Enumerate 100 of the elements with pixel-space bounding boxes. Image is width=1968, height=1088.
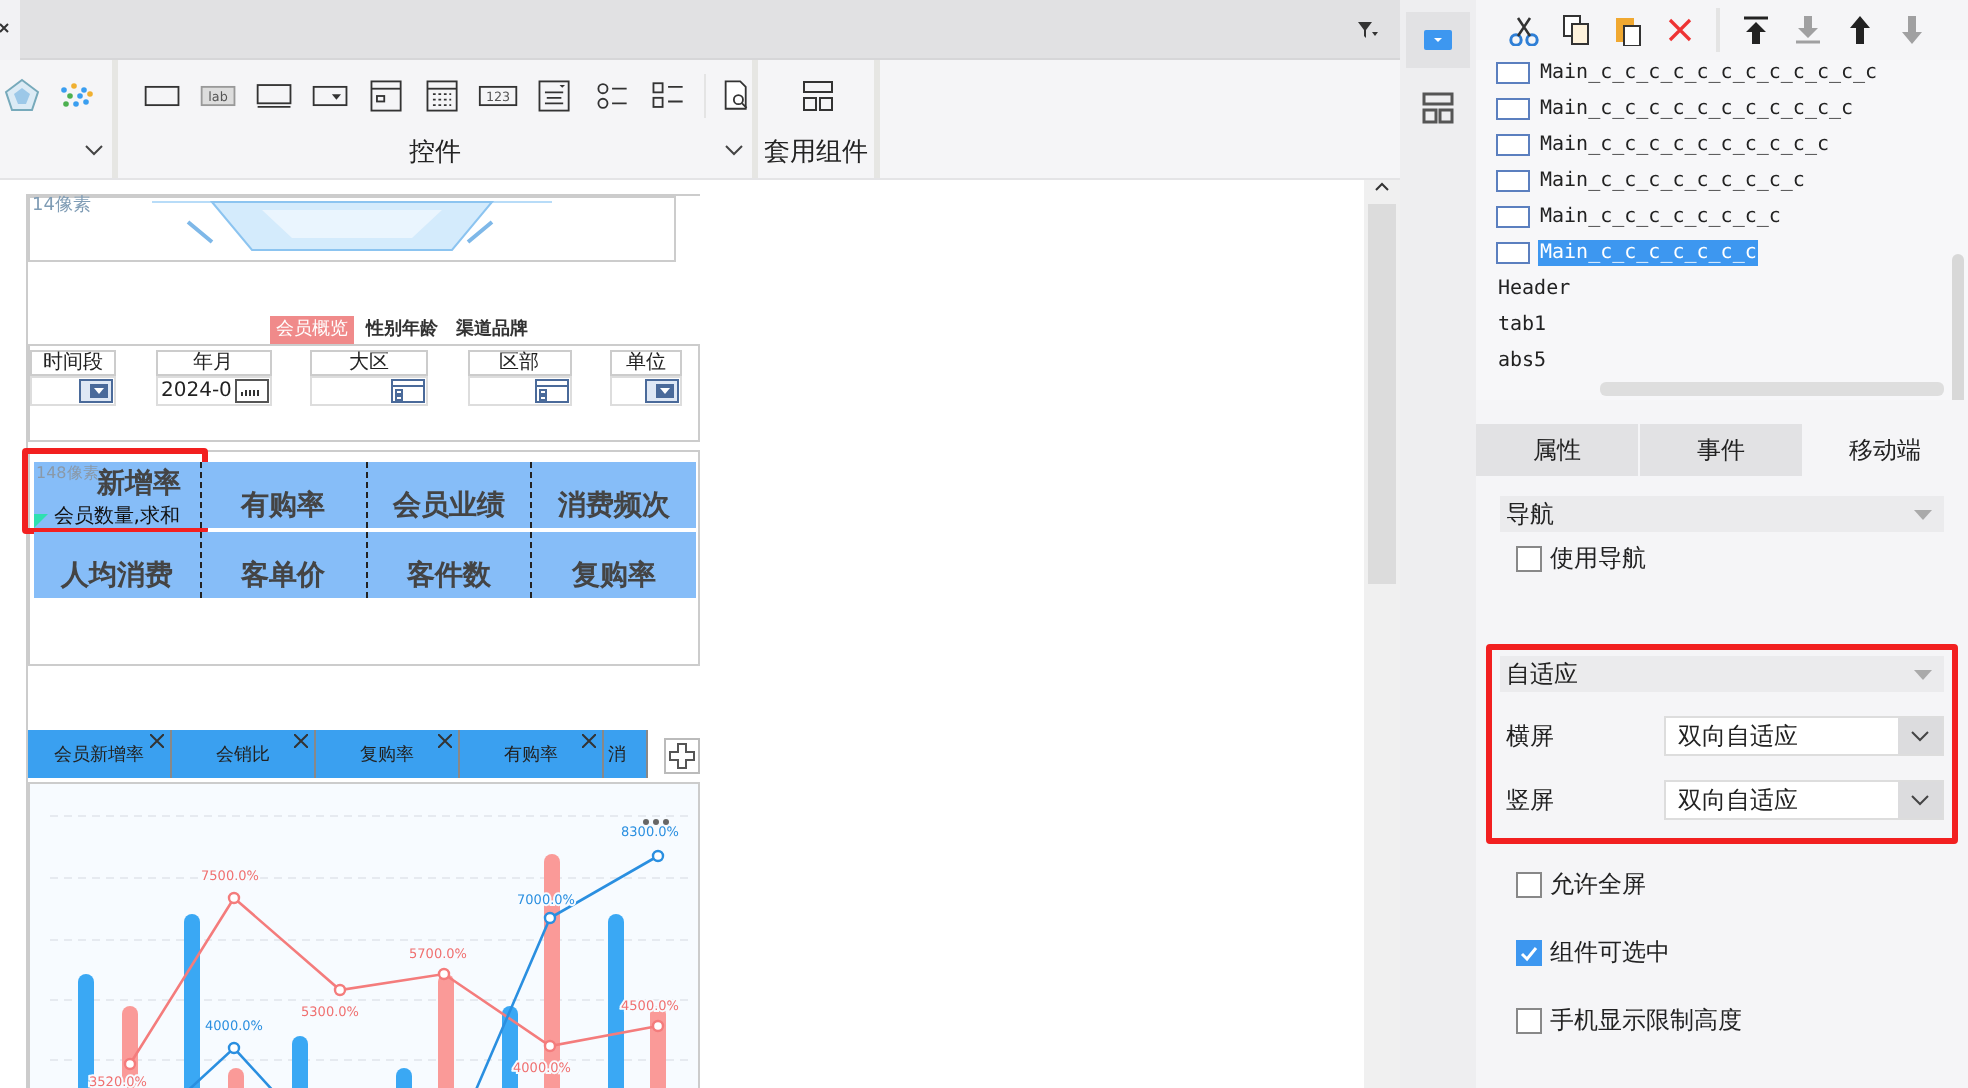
filter-field[interactable]: 2024-0 xyxy=(155,376,271,406)
field-label: 竖屏 xyxy=(1504,783,1556,817)
field-label: 横屏 xyxy=(1504,719,1556,753)
metric-title: 有购率 xyxy=(241,488,326,524)
dropdown-button-icon[interactable] xyxy=(644,378,680,404)
chart-bar xyxy=(396,1068,412,1088)
date-widget-icon[interactable] xyxy=(422,78,463,114)
close-icon[interactable] xyxy=(438,734,452,748)
chart-tab[interactable]: 有购率 xyxy=(460,730,604,778)
tree-item[interactable]: Main_c_c_c_c_c_c_c_c_c_c_c_c xyxy=(1538,60,1880,85)
chart-point xyxy=(651,1019,665,1033)
scrollbar-thumb[interactable] xyxy=(1600,382,1944,396)
metric-title: 客单价 xyxy=(241,558,326,594)
widget-icon xyxy=(1496,133,1530,155)
chart-bar xyxy=(438,974,454,1088)
chart-point xyxy=(543,1039,557,1053)
tree-item[interactable]: Header xyxy=(1496,275,1573,301)
filter-field[interactable] xyxy=(610,376,682,406)
chevron-down-icon[interactable] xyxy=(724,144,744,156)
dropdown-box-icon xyxy=(1424,30,1452,50)
list-box-widget-icon[interactable] xyxy=(366,78,407,114)
filter-field[interactable] xyxy=(310,376,428,406)
widget-icon xyxy=(1496,241,1530,263)
nav-tab[interactable]: 性别年龄 xyxy=(360,316,444,344)
metric-tile[interactable]: 消费频次 xyxy=(530,462,696,528)
filter-label: 区部 xyxy=(467,350,571,376)
chart-point xyxy=(123,1057,137,1071)
metric-title: 消费频次 xyxy=(558,488,671,524)
group-label: 控件 xyxy=(409,136,461,170)
close-icon[interactable] xyxy=(150,734,164,748)
metric-title: 会员业绩 xyxy=(392,488,505,524)
select-field[interactable]: 双向自适应 xyxy=(1664,780,1944,820)
date-button-icon[interactable] xyxy=(233,378,269,404)
filter-label: 单位 xyxy=(610,350,682,376)
size-label: 148像素 xyxy=(36,462,99,482)
scissors-icon[interactable] xyxy=(1508,14,1540,46)
metric-title: 新增率 xyxy=(96,467,181,502)
metric-tile[interactable]: 人均消费 xyxy=(34,532,200,598)
scrollbar-thumb[interactable] xyxy=(1952,254,1964,400)
chart-bar xyxy=(228,1068,244,1088)
checkbox-label: 手机显示限制高度 xyxy=(1550,1004,1742,1038)
chart-point xyxy=(543,911,557,925)
chart-tab[interactable]: 会员新增率 xyxy=(28,730,172,778)
search-document-icon[interactable] xyxy=(722,78,753,114)
chart-tab[interactable]: 复购率 xyxy=(316,730,460,778)
add-tab-button[interactable] xyxy=(664,738,700,774)
checkbox[interactable] xyxy=(1516,940,1542,966)
widget-icon xyxy=(1496,169,1530,191)
checkbox-label: 组件可选中 xyxy=(1550,936,1670,970)
text-area-widget-icon[interactable] xyxy=(534,78,575,114)
panel-tab[interactable]: 属性 xyxy=(1476,424,1640,476)
tree-item[interactable]: Main_c_c_c_c_c_c_c_c xyxy=(1538,203,1783,229)
checkbox[interactable] xyxy=(1516,546,1542,572)
tree-button-icon[interactable] xyxy=(533,378,569,404)
tree-item[interactable]: Main_c_c_c_c_c_c_c_c_c xyxy=(1538,167,1807,193)
scroll-up-icon[interactable] xyxy=(1374,180,1390,192)
select-field[interactable]: 双向自适应 xyxy=(1664,716,1944,756)
chevron-down-icon xyxy=(1910,730,1930,742)
chart-tab[interactable]: 会销比 xyxy=(172,730,316,778)
button-widget-icon[interactable] xyxy=(254,78,295,114)
checkbox[interactable] xyxy=(1516,1008,1542,1034)
move-top-icon[interactable] xyxy=(1740,14,1772,46)
tree-item[interactable]: Main_c_c_c_c_c_c_c_c_c_c_c xyxy=(1538,95,1856,121)
chart-point xyxy=(333,983,347,997)
tree-button-icon[interactable] xyxy=(390,378,426,404)
chart-point xyxy=(651,849,665,863)
filter-field[interactable] xyxy=(467,376,571,406)
layout-icon[interactable] xyxy=(1422,92,1454,124)
close-icon[interactable] xyxy=(294,734,308,748)
paste-icon[interactable] xyxy=(1612,14,1644,46)
close-icon[interactable] xyxy=(582,734,596,748)
checkbox-label: 使用导航 xyxy=(1550,542,1646,576)
chart-point xyxy=(227,891,241,905)
panel-tab[interactable]: 事件 xyxy=(1640,424,1804,476)
widget-icon xyxy=(1496,205,1530,227)
dropdown-button-icon[interactable] xyxy=(78,378,114,404)
chevron-down-icon[interactable] xyxy=(84,144,104,156)
checkbox-widget-icon[interactable] xyxy=(647,78,688,114)
close-icon[interactable] xyxy=(0,21,10,37)
metric-tile[interactable]: 有购率 xyxy=(199,462,365,528)
nav-tab[interactable]: 渠道品牌 xyxy=(450,316,534,344)
layout-icon[interactable] xyxy=(802,80,834,112)
checkbox[interactable] xyxy=(1516,872,1542,898)
tree-item[interactable]: tab1 xyxy=(1496,311,1549,337)
size-label: 14像素 xyxy=(32,193,91,218)
group-label: 套用组件 xyxy=(764,136,868,170)
tree-item[interactable]: Main_c_c_c_c_c_c_c_c_c_c xyxy=(1538,131,1831,157)
copy-icon[interactable] xyxy=(1560,14,1592,46)
metric-title: 客件数 xyxy=(406,558,491,594)
plus-icon xyxy=(668,742,696,770)
delete-icon[interactable] xyxy=(1664,14,1696,46)
metric-tile[interactable]: 会员业绩 xyxy=(365,462,531,528)
filter-field[interactable] xyxy=(30,376,116,406)
arrow-up-icon[interactable] xyxy=(1844,14,1876,46)
metric-tile[interactable]: 复购率 xyxy=(530,532,696,598)
metric-tile[interactable]: 客件数 xyxy=(365,532,531,598)
chart-tab[interactable]: 消 xyxy=(604,730,648,778)
more-icon[interactable] xyxy=(643,819,669,825)
metric-tile[interactable]: 客单价 xyxy=(199,532,365,598)
tree-item[interactable]: abs5 xyxy=(1496,347,1549,373)
